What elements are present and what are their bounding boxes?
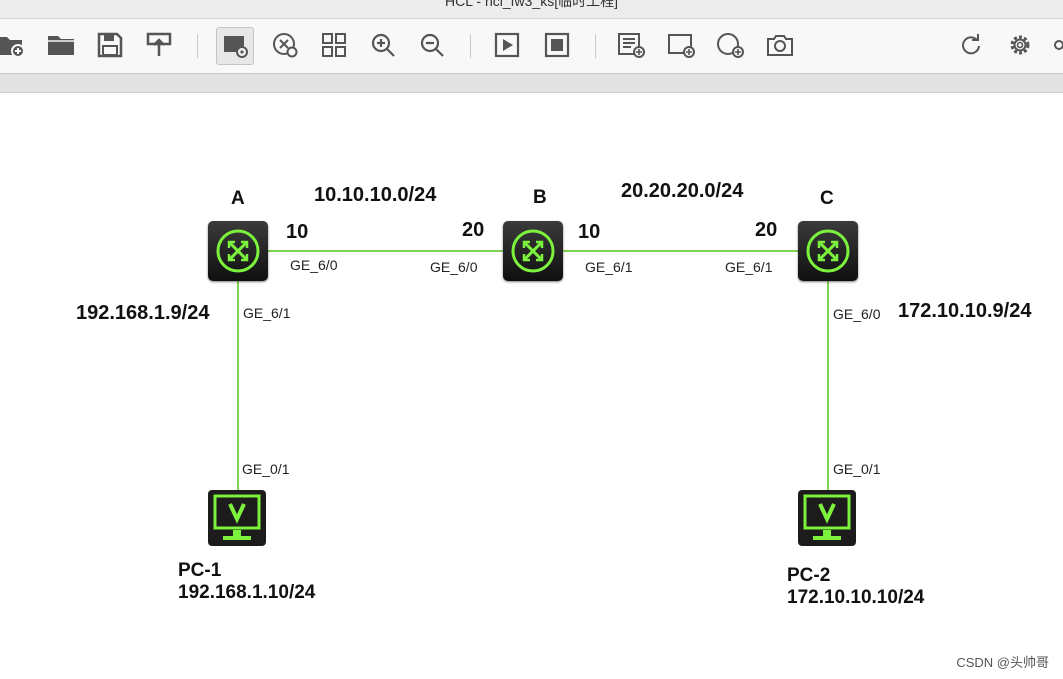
device-label-c: C [820, 188, 834, 209]
pc2-ip: 172.10.10.10/24 [787, 587, 925, 608]
port-label-pc2-to-c: GE_0/1 [833, 461, 881, 477]
router-c[interactable] [798, 221, 858, 281]
toolbar-separator [197, 34, 198, 58]
router-icon [216, 229, 260, 273]
stop-all-button[interactable] [540, 28, 574, 62]
pc-monitor-icon [208, 490, 266, 546]
port-label-c-to-b: GE_6/1 [725, 259, 773, 275]
window-title-bar: HCL - hcl_fw3_ks[临时工程] [0, 0, 1063, 19]
toolbar-separator [470, 34, 471, 58]
port-label-pc1-to-a: GE_0/1 [242, 461, 290, 477]
show-interface-icon [224, 36, 248, 58]
screenshot-icon [767, 35, 793, 56]
stop-all-icon [544, 32, 570, 58]
pc-1[interactable] [207, 488, 267, 548]
start-all-icon [494, 32, 520, 58]
show-interface-button[interactable] [216, 27, 254, 65]
layout-icon [322, 33, 346, 57]
settings-button[interactable] [1003, 28, 1037, 62]
new-topology-button[interactable] [0, 28, 28, 62]
add-ellipse-button[interactable] [713, 28, 747, 62]
pc2-name: PC-2 [787, 565, 831, 586]
port-label-a-to-b: GE_6/0 [290, 257, 338, 273]
toolbar-separator [595, 34, 596, 58]
zoom-out-button[interactable] [415, 28, 449, 62]
export-icon [146, 32, 172, 56]
addr-suffix-b-bc: 10 [578, 221, 601, 243]
ip-label-a-side: 192.168.1.9/24 [76, 302, 210, 324]
grid-toggle-icon [273, 33, 298, 58]
add-ellipse-icon [717, 33, 744, 58]
export-button[interactable] [142, 28, 176, 62]
port-label-b-to-a: GE_6/0 [430, 259, 478, 275]
ip-label-c-side: 172.10.10.9/24 [898, 300, 1032, 322]
addr-suffix-b-ab: 20 [462, 219, 485, 241]
add-text-icon [618, 33, 645, 58]
port-label-a-to-pc1: GE_6/1 [243, 305, 291, 321]
zoom-in-icon [371, 33, 395, 57]
more-icon [1054, 40, 1063, 50]
pc-2[interactable] [797, 488, 857, 548]
port-label-b-to-c: GE_6/1 [585, 259, 633, 275]
add-rectangle-button[interactable] [664, 28, 698, 62]
canvas-top-strip [0, 74, 1063, 93]
topology-canvas[interactable]: A B C 10.10.10.0/24 20.20.20.0/24 10 20 … [0, 93, 1063, 679]
more-button[interactable] [1048, 28, 1063, 62]
layout-button[interactable] [317, 28, 351, 62]
device-label-b: B [533, 187, 547, 208]
add-text-button[interactable] [614, 28, 648, 62]
screenshot-button[interactable] [763, 28, 797, 62]
watermark: CSDN @头帅哥 [956, 655, 1049, 670]
router-b[interactable] [503, 221, 563, 281]
refresh-button[interactable] [954, 28, 988, 62]
router-icon [511, 229, 555, 273]
pc-monitor-icon [798, 490, 856, 546]
settings-icon [1010, 35, 1030, 55]
toolbar [0, 19, 1063, 74]
zoom-out-icon [420, 33, 444, 57]
pc1-name: PC-1 [178, 560, 222, 581]
addr-suffix-a-ab: 10 [286, 221, 309, 243]
zoom-in-button[interactable] [366, 28, 400, 62]
network-label-ab: 10.10.10.0/24 [314, 184, 437, 206]
open-folder-icon [48, 36, 74, 55]
start-all-button[interactable] [490, 28, 524, 62]
network-label-bc: 20.20.20.0/24 [621, 180, 744, 202]
open-button[interactable] [44, 28, 78, 62]
new-topology-icon [0, 37, 25, 58]
save-button[interactable] [93, 28, 127, 62]
pc1-ip: 192.168.1.10/24 [178, 582, 316, 603]
router-a[interactable] [208, 221, 268, 281]
grid-toggle-button[interactable] [268, 28, 302, 62]
port-label-c-to-pc2: GE_6/0 [833, 306, 881, 322]
refresh-icon [962, 34, 980, 55]
router-icon [806, 229, 850, 273]
window-title: HCL - hcl_fw3_ks[临时工程] [445, 0, 618, 9]
save-icon [97, 32, 123, 58]
add-rectangle-icon [668, 34, 695, 58]
device-label-a: A [231, 188, 245, 209]
addr-suffix-c-bc: 20 [755, 219, 778, 241]
